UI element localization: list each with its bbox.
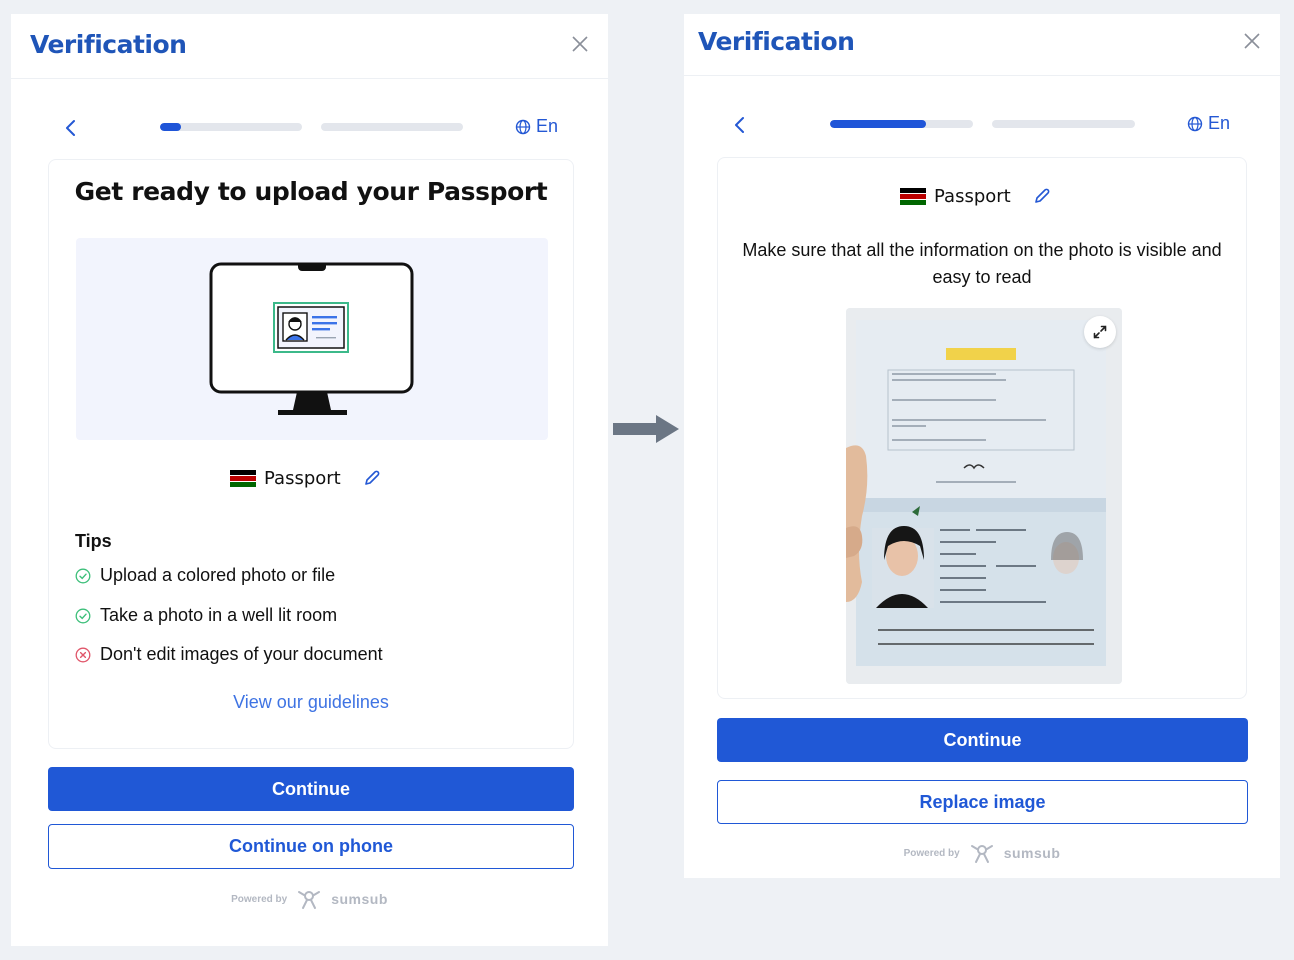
passport-photo [846, 308, 1122, 684]
continue-button[interactable]: Continue [48, 767, 574, 811]
document-card: Get ready to upload your Passport Passpo… [48, 159, 574, 749]
passport-image [846, 308, 1122, 684]
step-nav: En [684, 110, 1280, 140]
view-guidelines-link[interactable]: View our guidelines [49, 692, 573, 713]
back-chevron-icon[interactable] [61, 118, 81, 138]
x-circle-icon [75, 647, 91, 662]
document-label: Passport [934, 186, 1011, 207]
close-icon[interactable] [570, 34, 590, 54]
sumsub-brand: sumsub [1003, 845, 1061, 861]
replace-image-button[interactable]: Replace image [717, 780, 1248, 824]
progress-step-1 [160, 123, 302, 131]
sumsub-brand: sumsub [331, 891, 388, 907]
globe-icon [1187, 116, 1203, 131]
panel-title: Verification [30, 30, 187, 59]
language-label: En [1208, 113, 1231, 133]
progress-step-1 [830, 120, 973, 128]
verification-panel-right: Verification En Passport Make sure that … [684, 14, 1280, 878]
sumsub-logo-icon [298, 891, 321, 909]
photo-instruction: Make sure that all the information on th… [742, 240, 1222, 287]
language-selector[interactable]: En [1187, 113, 1230, 134]
header: Verification [11, 14, 608, 79]
back-chevron-icon[interactable] [730, 115, 750, 135]
verification-panel-left: Verification En Get ready to upload your… [11, 14, 608, 946]
panel-title: Verification [698, 27, 855, 56]
upload-illustration [76, 238, 548, 440]
tip-text: Upload a colored photo or file [100, 565, 336, 585]
check-circle-icon [75, 608, 91, 623]
progress-step-2 [992, 120, 1135, 128]
expand-icon[interactable] [1084, 316, 1116, 348]
language-selector[interactable]: En [515, 116, 558, 137]
header: Verification [684, 14, 1280, 76]
language-label: En [536, 116, 559, 136]
close-icon[interactable] [1242, 31, 1262, 51]
card-heading: Get ready to upload your Passport [74, 177, 548, 206]
kenya-flag-icon [230, 469, 256, 488]
edit-pencil-icon[interactable] [363, 469, 383, 489]
tip-item: Upload a colored photo or file [75, 565, 335, 586]
continue-button[interactable]: Continue [717, 718, 1248, 762]
kenya-flag-icon [900, 187, 926, 206]
monitor-illustration-icon [209, 262, 414, 415]
sumsub-logo-icon [970, 845, 993, 863]
powered-by-footer: Powered by sumsub [684, 842, 1280, 864]
document-type-row: Passport [230, 468, 383, 489]
powered-by-label: Powered by [231, 893, 288, 905]
edit-pencil-icon[interactable] [1033, 187, 1053, 207]
powered-by-label: Powered by [903, 847, 960, 859]
flow-arrow-icon [613, 415, 679, 443]
powered-by-footer: Powered by sumsub [11, 888, 608, 910]
step-nav: En [11, 113, 608, 143]
progress-step-2 [321, 123, 463, 131]
check-circle-icon [75, 568, 91, 583]
tip-item: Take a photo in a well lit room [75, 605, 337, 626]
tips-title: Tips [75, 531, 112, 551]
continue-on-phone-button[interactable]: Continue on phone [48, 824, 574, 869]
globe-icon [515, 119, 531, 134]
document-label: Passport [264, 468, 341, 489]
tip-text: Don't edit images of your document [100, 644, 383, 664]
tip-item: Don't edit images of your document [75, 644, 383, 665]
document-type-row: Passport [900, 186, 1053, 207]
document-preview-card: Passport Make sure that all the informat… [717, 157, 1247, 699]
tip-text: Take a photo in a well lit room [100, 605, 338, 625]
